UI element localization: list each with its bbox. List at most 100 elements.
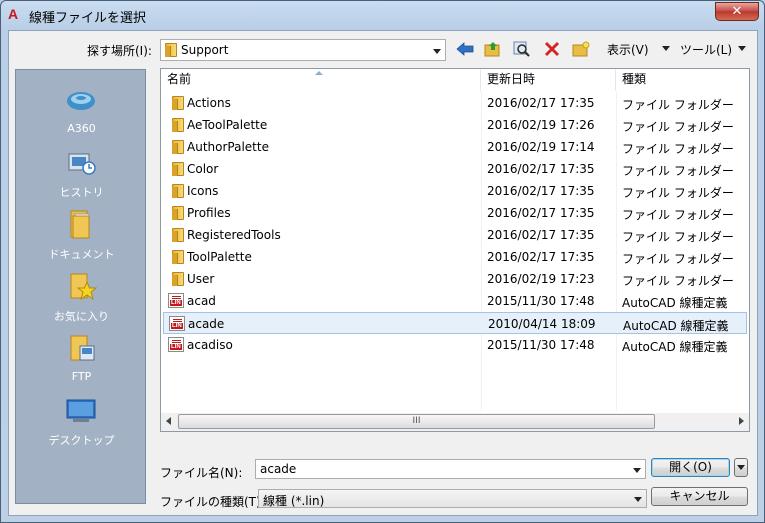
- file-type-cell: ファイル フォルダー: [622, 120, 734, 134]
- column-header-label: 名前: [167, 72, 192, 86]
- file-row[interactable]: acadiso 2015/11/30 17:48 AutoCAD 線種定義: [163, 334, 747, 356]
- column-header-label: 更新日時: [487, 72, 536, 86]
- search-web-icon: [513, 41, 530, 57]
- up-folder-icon: [484, 42, 500, 57]
- folder-icon: [172, 228, 184, 242]
- open-options-button[interactable]: [734, 458, 748, 477]
- place-label: ドキュメント: [48, 248, 115, 261]
- scrollbar-thumb[interactable]: III: [178, 414, 655, 429]
- folder-icon: [172, 272, 184, 286]
- file-type-cell: ファイル フォルダー: [622, 164, 734, 178]
- file-type-cell: ファイル フォルダー: [622, 274, 734, 288]
- file-type-cell: ファイル フォルダー: [622, 252, 734, 266]
- delete-icon: [544, 41, 560, 57]
- file-row[interactable]: AeToolPalette 2016/02/19 17:26 ファイル フォルダー: [163, 114, 747, 136]
- place-favorites[interactable]: お気に入り: [16, 266, 147, 326]
- file-name-cell: Profiles: [187, 206, 231, 220]
- delete-button[interactable]: [542, 39, 562, 59]
- file-modified-cell: 2016/02/17 17:35: [487, 184, 595, 198]
- file-type-dropdown[interactable]: 線種 (*.lin): [258, 489, 647, 508]
- folder-icon: [172, 162, 184, 176]
- file-modified-cell: 2016/02/19 17:14: [487, 140, 595, 154]
- place-documents[interactable]: ドキュメント: [16, 204, 147, 264]
- place-history[interactable]: ヒストリ: [16, 142, 147, 202]
- dialog-body: 探す場所(I): Support 表示(V) ツール(L) A360 ヒストリ …: [8, 30, 758, 516]
- file-name-label: ファイル名(N):: [160, 466, 243, 480]
- file-type-cell: ファイル フォルダー: [622, 230, 734, 244]
- file-name-cell: AuthorPalette: [187, 140, 269, 154]
- file-name-cell: ToolPalette: [187, 250, 252, 264]
- linetype-file-icon: [168, 293, 184, 308]
- file-name-input[interactable]: acade: [255, 459, 646, 479]
- file-row[interactable]: acad 2015/11/30 17:48 AutoCAD 線種定義: [163, 290, 747, 312]
- up-folder-button[interactable]: [483, 39, 503, 59]
- file-type-cell: ファイル フォルダー: [622, 186, 734, 200]
- file-type-cell: AutoCAD 線種定義: [623, 319, 729, 333]
- linetype-file-icon: [168, 337, 184, 352]
- file-name-cell: Actions: [187, 96, 231, 110]
- chevron-down-icon[interactable]: [633, 468, 641, 473]
- folder-icon: [172, 140, 184, 154]
- look-in-dropdown[interactable]: Support: [160, 39, 446, 61]
- scroll-left-icon[interactable]: [166, 417, 171, 425]
- tools-dropdown-icon[interactable]: [738, 46, 746, 51]
- views-menu[interactable]: 表示(V): [607, 41, 649, 58]
- column-header-type[interactable]: 種類: [616, 69, 749, 91]
- folder-icon: [172, 96, 184, 110]
- file-modified-cell: 2010/04/14 18:09: [488, 317, 596, 331]
- file-row[interactable]: User 2016/02/19 17:23 ファイル フォルダー: [163, 268, 747, 290]
- chevron-down-icon: [737, 465, 745, 470]
- file-modified-cell: 2016/02/17 17:35: [487, 228, 595, 242]
- file-name-cell: acad: [187, 294, 216, 308]
- scroll-right-icon[interactable]: [739, 417, 744, 425]
- horizontal-scrollbar[interactable]: III: [161, 413, 749, 431]
- open-button-label: 開く(O): [669, 460, 712, 474]
- file-type-cell: AutoCAD 線種定義: [622, 296, 728, 310]
- chevron-down-icon: [634, 497, 642, 502]
- place-desktop[interactable]: デスクトップ: [16, 390, 147, 450]
- file-row[interactable]: acade 2010/04/14 18:09 AutoCAD 線種定義: [163, 312, 747, 334]
- file-type-cell: ファイル フォルダー: [622, 142, 734, 156]
- file-modified-cell: 2016/02/19 17:26: [487, 118, 595, 132]
- cancel-button[interactable]: キャンセル: [651, 487, 748, 506]
- folder-icon: [172, 184, 184, 198]
- place-a360[interactable]: A360: [16, 80, 147, 140]
- views-dropdown-icon[interactable]: [662, 46, 670, 51]
- folder-icon: [165, 43, 177, 57]
- tools-menu[interactable]: ツール(L): [680, 41, 732, 58]
- title-bar[interactable]: A 線種ファイルを選択 ✕: [1, 1, 764, 29]
- file-modified-cell: 2016/02/17 17:35: [487, 206, 595, 220]
- places-bar: A360 ヒストリ ドキュメント お気に入り FTP デスクトップ: [15, 69, 146, 504]
- ftp-icon: [70, 335, 95, 361]
- file-name-cell: RegisteredTools: [187, 228, 281, 242]
- file-type-label: ファイルの種類(T):: [160, 495, 265, 509]
- folder-icon: [172, 118, 184, 132]
- file-list[interactable]: 名前 更新日時 種類 Actions 2016/02/17 17:35 ファイル フ…: [160, 68, 750, 432]
- file-row[interactable]: ToolPalette 2016/02/17 17:35 ファイル フォルダー: [163, 246, 747, 268]
- search-web-button[interactable]: [512, 39, 532, 59]
- place-ftp[interactable]: FTP: [16, 328, 147, 388]
- file-name-cell: Icons: [187, 184, 219, 198]
- file-row[interactable]: RegisteredTools 2016/02/17 17:35 ファイル フォルダ…: [163, 224, 747, 246]
- file-modified-cell: 2016/02/19 17:23: [487, 272, 595, 286]
- file-row[interactable]: Color 2016/02/17 17:35 ファイル フォルダー: [163, 158, 747, 180]
- file-row[interactable]: Actions 2016/02/17 17:35 ファイル フォルダー: [163, 92, 747, 114]
- file-modified-cell: 2016/02/17 17:35: [487, 96, 595, 110]
- file-modified-cell: 2016/02/17 17:35: [487, 162, 595, 176]
- close-button[interactable]: ✕: [715, 2, 759, 21]
- file-name-cell: User: [187, 272, 215, 286]
- column-header-modified[interactable]: 更新日時: [481, 69, 616, 91]
- look-in-label: 探す場所(I):: [87, 44, 152, 58]
- file-modified-cell: 2015/11/30 17:48: [487, 338, 595, 352]
- file-row[interactable]: Profiles 2016/02/17 17:35 ファイル フォルダー: [163, 202, 747, 224]
- back-arrow-icon: [456, 42, 474, 56]
- file-row[interactable]: AuthorPalette 2016/02/19 17:14 ファイル フォルダー: [163, 136, 747, 158]
- new-folder-button[interactable]: [571, 39, 591, 59]
- open-button[interactable]: 開く(O): [651, 458, 730, 477]
- place-label: お気に入り: [54, 310, 109, 323]
- back-button[interactable]: [455, 39, 475, 59]
- look-in-value: Support: [181, 43, 229, 57]
- linetype-file-icon: [169, 316, 185, 331]
- file-type-cell: ファイル フォルダー: [622, 98, 734, 112]
- file-row[interactable]: Icons 2016/02/17 17:35 ファイル フォルダー: [163, 180, 747, 202]
